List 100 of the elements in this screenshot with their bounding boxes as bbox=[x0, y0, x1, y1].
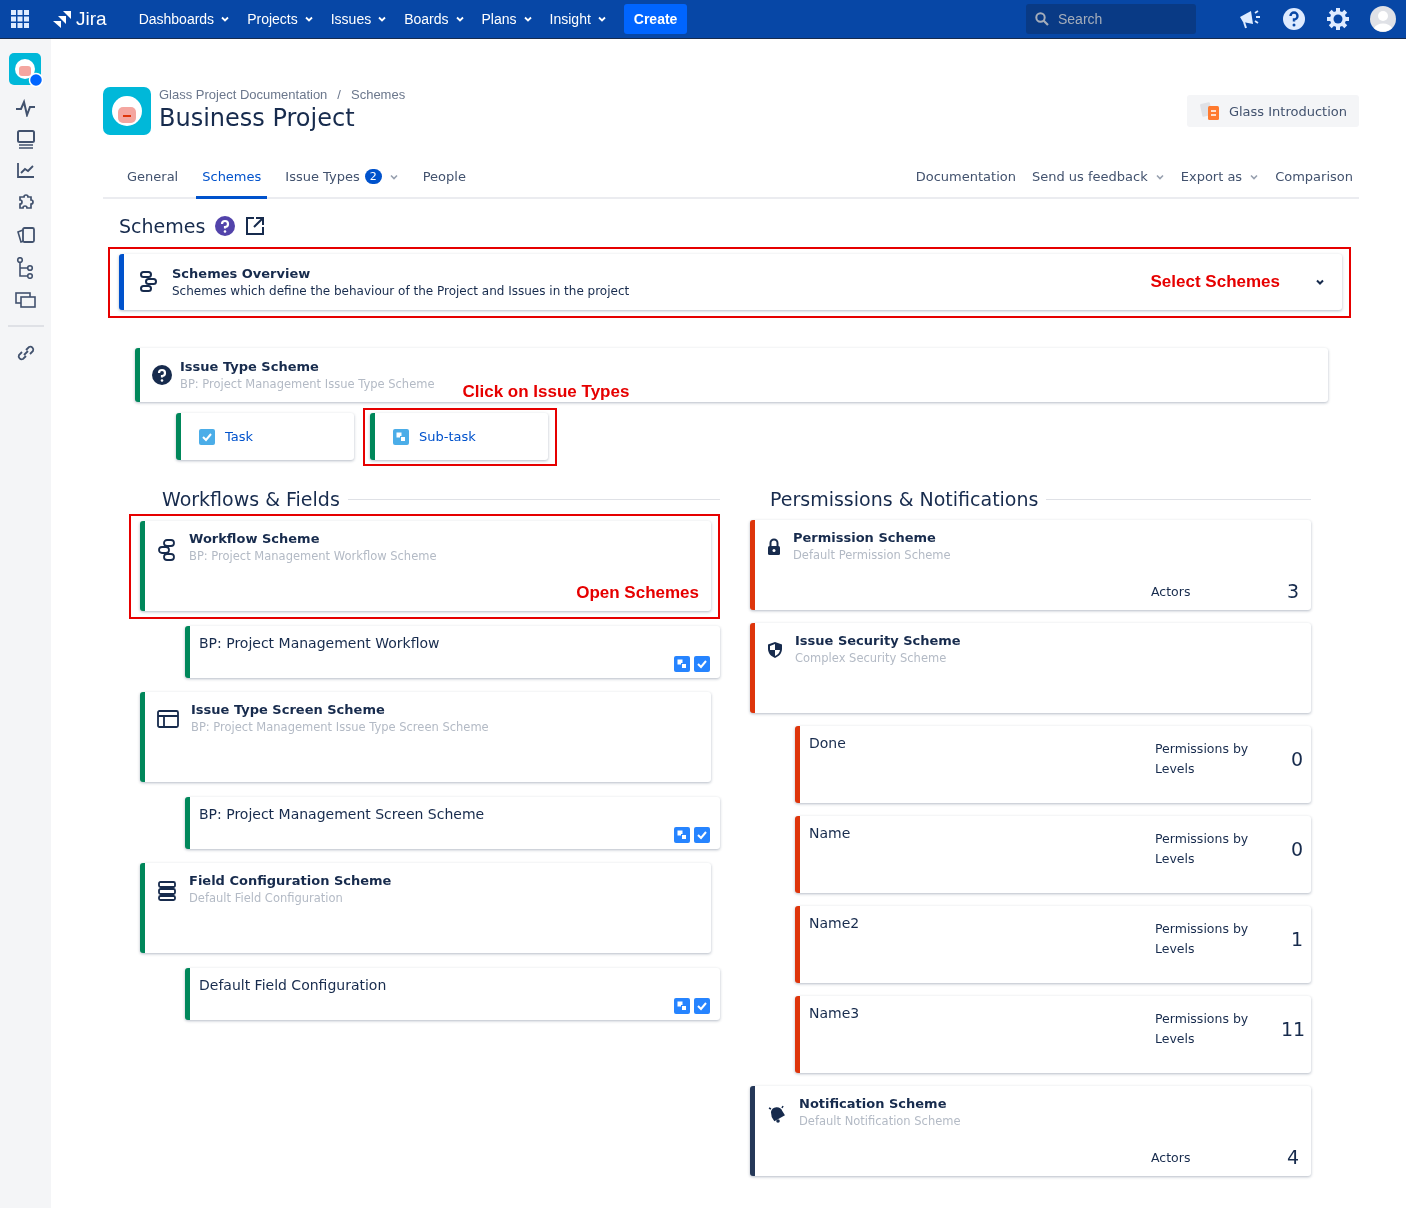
jira-logo-icon[interactable] bbox=[53, 10, 73, 28]
checkbox-icon bbox=[199, 428, 215, 445]
settings-icon[interactable] bbox=[1326, 7, 1350, 31]
toolbar-link[interactable]: Comparison bbox=[1269, 157, 1359, 199]
schemes-overview-dropdown[interactable]: Schemes Overview Schemes which define the behaviour of the Project and Issues in the project Select Schemes bbox=[119, 254, 1342, 310]
item-label: Default Field Configuration bbox=[199, 977, 387, 993]
card-subtitle: Default Notification Scheme bbox=[799, 1114, 961, 1128]
pulse-icon[interactable] bbox=[14, 99, 37, 117]
breadcrumb-separator: / bbox=[337, 87, 341, 102]
card-subtitle: BP: Project Management Issue Type Screen Scheme bbox=[191, 720, 489, 734]
metric-value: 3 bbox=[1285, 580, 1299, 602]
metric-value: 4 bbox=[1285, 1146, 1299, 1168]
metric-value: 0 bbox=[1289, 748, 1303, 770]
card-title: Field Configuration Scheme bbox=[189, 873, 392, 888]
layout-icon bbox=[157, 710, 179, 728]
item-label: Name3 bbox=[809, 1005, 860, 1021]
metric-label: Actors bbox=[1151, 583, 1192, 599]
scheme-card[interactable]: Notification Scheme Default Notification Scheme Actors 4 bbox=[750, 1086, 1311, 1176]
security-level-card[interactable]: Done Permissions by Levels 0 bbox=[795, 726, 1311, 803]
megaphone-icon[interactable] bbox=[1238, 8, 1262, 30]
scheme-card[interactable]: Field Configuration Scheme Default Field Configuration bbox=[140, 863, 711, 953]
scheme-item-card[interactable]: Default Field Configuration bbox=[185, 968, 720, 1020]
nav-menu[interactable]: Insight bbox=[541, 11, 615, 27]
chevron-down-icon bbox=[303, 14, 314, 24]
chevron-down-icon bbox=[454, 14, 465, 24]
toolbar-link[interactable]: Export as bbox=[1174, 157, 1266, 199]
annotation-label: Open Schemes bbox=[576, 583, 699, 603]
chart-icon[interactable] bbox=[15, 161, 36, 179]
nav-menu[interactable]: Projects bbox=[239, 11, 322, 27]
toolbar-link[interactable]: Documentation bbox=[909, 157, 1022, 199]
tab[interactable]: General bbox=[121, 157, 185, 199]
help-icon[interactable] bbox=[1282, 7, 1306, 31]
search-field[interactable]: Search bbox=[1026, 4, 1196, 34]
stack-icon bbox=[157, 881, 177, 901]
column-heading: Persmissions & Notifications bbox=[770, 488, 1039, 510]
glass-introduction-button[interactable]: Glass Introduction bbox=[1186, 95, 1359, 127]
issue-type-label: Sub-task bbox=[419, 429, 476, 444]
project-avatar-icon[interactable] bbox=[8, 53, 43, 87]
issue-type-card[interactable]: Sub-task bbox=[370, 413, 548, 460]
stacked-bars-icon bbox=[140, 271, 158, 293]
issue-type-card[interactable]: Task bbox=[176, 413, 354, 460]
card-subtitle: Complex Security Scheme bbox=[795, 651, 948, 665]
breadcrumb-link[interactable]: Glass Project Documentation bbox=[159, 87, 328, 102]
project-avatar-icon bbox=[103, 87, 151, 135]
search-icon bbox=[1035, 12, 1049, 26]
tab[interactable]: Schemes bbox=[196, 157, 268, 199]
subtask-icon bbox=[674, 656, 690, 672]
card-title: Issue Security Scheme bbox=[795, 633, 961, 648]
nav-menu[interactable]: Plans bbox=[473, 11, 541, 27]
count-badge: 2 bbox=[364, 169, 382, 184]
item-label: Name2 bbox=[809, 915, 860, 931]
create-button[interactable]: Create bbox=[623, 4, 688, 34]
column-heading: Workflows & Fields bbox=[162, 488, 340, 510]
chevron-down-icon bbox=[596, 14, 607, 24]
nav-menu[interactable]: Dashboards bbox=[130, 11, 239, 27]
avatar-icon[interactable] bbox=[1370, 6, 1396, 32]
lock-icon bbox=[767, 538, 781, 556]
issue-type-label: Task bbox=[225, 429, 254, 444]
workflow-icon bbox=[157, 539, 177, 561]
metric-label: Permissions by Levels bbox=[1155, 740, 1250, 778]
item-label: Done bbox=[809, 735, 846, 751]
help-icon[interactable] bbox=[215, 216, 236, 236]
scheme-card[interactable]: Workflow Scheme BP: Project Management Workflow Scheme Open Schemes bbox=[140, 521, 711, 611]
checkbox-icon bbox=[694, 827, 710, 843]
card-description: Schemes which define the behaviour of the Project and Issues in the project bbox=[172, 284, 630, 298]
nav-menu[interactable]: Issues bbox=[322, 11, 396, 27]
scheme-card[interactable]: Permission Scheme Default Permission Scheme Actors 3 bbox=[750, 520, 1311, 610]
metric-label: Permissions by Levels bbox=[1155, 830, 1250, 868]
security-level-card[interactable]: Name3 Permissions by Levels 11 bbox=[795, 996, 1311, 1073]
tab[interactable]: Issue Types 2 bbox=[279, 157, 405, 199]
checkbox-icon bbox=[694, 998, 710, 1014]
card-subtitle: BP: Project Management Workflow Scheme bbox=[189, 549, 437, 563]
chevron-down-icon bbox=[377, 14, 388, 24]
card-subtitle: Default Field Configuration bbox=[189, 891, 344, 905]
metric-label: Permissions by Levels bbox=[1155, 920, 1250, 958]
chevron-down-icon bbox=[220, 14, 231, 24]
app-grid-icon[interactable] bbox=[11, 10, 29, 28]
external-link-icon[interactable] bbox=[245, 216, 266, 236]
bell-icon bbox=[767, 1104, 787, 1124]
page-title: Business Project bbox=[159, 104, 356, 132]
scheme-item-card[interactable]: BP: Project Management Screen Scheme bbox=[185, 797, 720, 849]
scheme-card[interactable]: Issue Type Screen Scheme BP: Project Management Issue Type Screen Scheme bbox=[140, 692, 711, 782]
app-name[interactable]: Jira bbox=[76, 8, 107, 30]
security-level-card[interactable]: Name2 Permissions by Levels 1 bbox=[795, 906, 1311, 983]
layers-icon[interactable] bbox=[14, 291, 37, 309]
hierarchy-icon[interactable] bbox=[15, 257, 36, 279]
annotation-label: Click on Issue Types bbox=[462, 382, 630, 402]
scheme-item-card[interactable]: BP: Project Management Workflow bbox=[185, 626, 720, 678]
scheme-card[interactable]: Issue Security Scheme Complex Security Scheme bbox=[750, 623, 1311, 713]
tab[interactable]: People bbox=[416, 157, 472, 199]
card-subtitle: BP: Project Management Issue Type Scheme bbox=[180, 377, 435, 391]
toolbar-link[interactable]: Send us feedback bbox=[1025, 157, 1171, 199]
nav-menu[interactable]: Boards bbox=[396, 11, 473, 27]
card-title: Permission Scheme bbox=[793, 530, 937, 545]
documents-icon bbox=[1198, 101, 1221, 121]
security-level-card[interactable]: Name Permissions by Levels 0 bbox=[795, 816, 1311, 893]
metric-label: Actors bbox=[1151, 1149, 1192, 1165]
breadcrumb-link[interactable]: Schemes bbox=[351, 87, 406, 102]
chevron-down-icon bbox=[522, 14, 533, 24]
board-icon[interactable] bbox=[15, 129, 36, 149]
